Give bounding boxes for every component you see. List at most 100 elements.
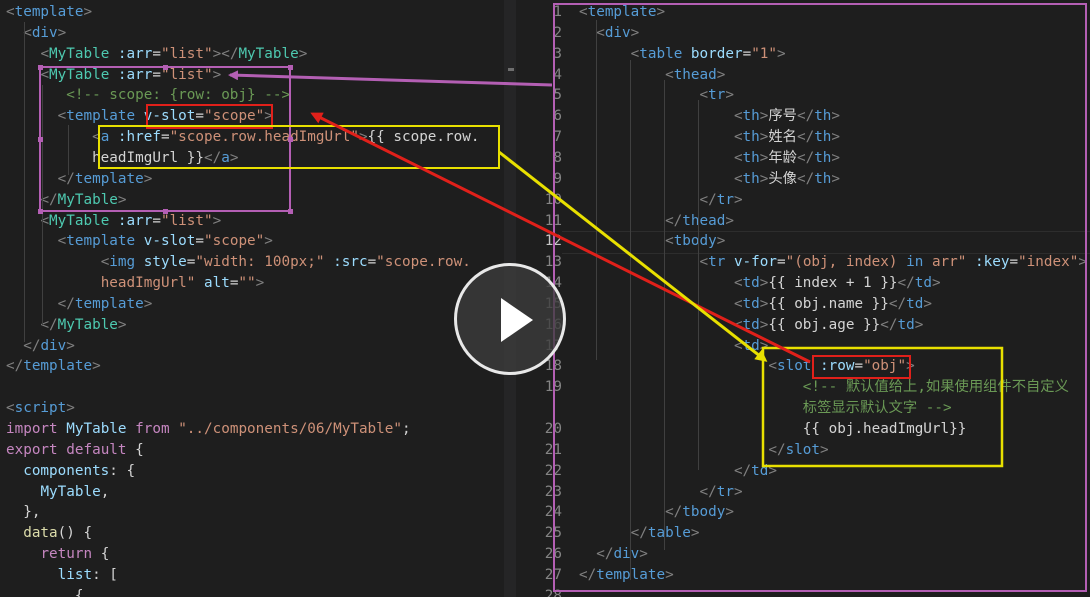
right-editor-pane[interactable]: <template> <div> <table border="1"> <the… [516, 0, 1090, 597]
right-code-line[interactable]: <template> [579, 2, 665, 23]
right-code-line[interactable]: <td>{{ obj.name }}</td> [579, 294, 932, 315]
left-code-line[interactable]: <img style="width: 100px;" :src="scope.r… [6, 252, 471, 273]
code-token: "" [238, 275, 256, 292]
right-code-line[interactable]: </slot> [579, 440, 828, 461]
code-token: :arr [117, 212, 153, 229]
left-code-line[interactable]: export default { [6, 440, 144, 461]
left-code-line[interactable]: <template> [6, 2, 92, 23]
code-token: > [914, 316, 924, 333]
left-code-line[interactable]: <script> [6, 398, 75, 419]
right-code-line[interactable]: <tr> [579, 85, 734, 106]
left-code-line[interactable]: <template v-slot="scope"> [6, 106, 273, 127]
right-code-line[interactable]: <td> [579, 336, 768, 357]
right-code-line[interactable]: </template> [579, 565, 674, 586]
code-token: 标签显示默认文字 --> [802, 400, 952, 417]
left-code-line[interactable]: }, [6, 502, 40, 523]
right-code-line[interactable]: <th>序号</th> [579, 106, 840, 127]
code-token: < [100, 254, 110, 271]
right-code-line[interactable]: </tbody> [579, 502, 734, 523]
left-code-line[interactable]: data() { [6, 523, 92, 544]
right-code-line[interactable]: <tr v-for="(obj, index) in arr" :key="in… [579, 252, 1087, 273]
line-number: 5 [553, 87, 562, 104]
code-token: : { [109, 462, 136, 479]
code-token: div [31, 24, 58, 41]
right-code-line[interactable]: </td> [579, 461, 777, 482]
right-code-line[interactable]: <td>{{ index + 1 }}</td> [579, 273, 941, 294]
right-code-line[interactable]: <div> [579, 23, 639, 44]
resize-handle[interactable] [288, 209, 293, 214]
right-code-line[interactable]: </div> [579, 544, 648, 565]
resize-handle[interactable] [38, 137, 43, 142]
code-token: th [742, 170, 760, 187]
play-icon[interactable] [501, 298, 533, 342]
resize-handle[interactable] [288, 65, 293, 70]
code-token: template [66, 108, 136, 125]
resize-handle[interactable] [38, 65, 43, 70]
code-token: from [135, 421, 170, 437]
right-code-line[interactable]: </table> [579, 523, 700, 544]
right-code-line[interactable]: </tr> [579, 482, 743, 503]
right-code-line[interactable]: <th>姓名</th> [579, 127, 840, 148]
resize-handle[interactable] [38, 209, 43, 214]
left-code-line[interactable]: components: { [6, 461, 135, 482]
left-code-line[interactable]: </template> [6, 294, 153, 315]
right-code-line[interactable]: <tbody> [579, 231, 725, 252]
code-token: < [733, 337, 743, 354]
left-code-line[interactable]: <div> [6, 23, 66, 44]
right-code-line[interactable]: 标签显示默认文字 --> [579, 398, 952, 419]
code-token: td [914, 275, 932, 292]
code-token: > [117, 316, 127, 333]
code-token: </ [796, 108, 815, 125]
right-code-line[interactable]: <th>年龄</th> [579, 148, 840, 169]
left-code-line[interactable]: headImgUrl }}</a> [6, 148, 238, 169]
code-token: tr [708, 87, 726, 104]
code-token: slot [776, 358, 812, 375]
code-token: < [57, 233, 67, 250]
left-code-line[interactable]: MyTable, [6, 482, 109, 503]
resize-handle[interactable] [163, 209, 168, 214]
code-token: = [854, 358, 864, 375]
left-code-line[interactable]: return { [6, 544, 109, 565]
right-code-line[interactable]: <table border="1"> [579, 44, 786, 65]
left-code-line[interactable]: </div> [6, 336, 75, 357]
code-token: > [831, 149, 841, 166]
resize-handle[interactable] [288, 137, 293, 142]
left-code-line[interactable]: headImgUrl" alt=""> [6, 273, 265, 294]
code-token: thead [682, 212, 726, 229]
right-code-line[interactable]: </tr> [579, 190, 743, 211]
video-play-button[interactable] [454, 263, 566, 375]
left-code-line[interactable]: { [6, 586, 84, 597]
line-number: 25 [544, 525, 562, 542]
code-token: < [596, 24, 605, 41]
code-token: < [6, 4, 15, 20]
left-code-line[interactable]: list: [ [6, 565, 118, 586]
resize-handle[interactable] [163, 65, 168, 70]
left-code-line[interactable]: <template v-slot="scope"> [6, 231, 273, 252]
left-code-line[interactable]: </template> [6, 356, 101, 377]
left-code-line[interactable]: <!-- scope: {row: obj} --> [6, 85, 290, 106]
right-code-line[interactable]: <th>头像</th> [579, 169, 840, 190]
code-token: </ [57, 170, 75, 187]
right-code-line[interactable]: </thead> [579, 211, 734, 232]
right-code-line[interactable]: {{ obj.headImgUrl}} [579, 419, 967, 440]
right-code-line[interactable]: <thead> [579, 65, 725, 86]
left-code-line[interactable]: </template> [6, 169, 153, 190]
right-code-line[interactable]: <!-- 默认值给上,如果使用组件不自定义 [579, 377, 1069, 398]
left-code-line[interactable]: <a :href="scope.row.headImgUrl">{{ scope… [6, 127, 479, 148]
code-token: td [742, 316, 760, 333]
left-code-line[interactable]: import MyTable from "../components/06/My… [6, 419, 411, 440]
code-token: tbody [682, 504, 726, 521]
left-editor-pane[interactable]: <template> <div> <MyTable :arr="list"></… [0, 0, 516, 597]
line-number: 28 [544, 587, 562, 597]
left-code-line[interactable]: <MyTable :arr="list"></MyTable> [6, 44, 307, 65]
